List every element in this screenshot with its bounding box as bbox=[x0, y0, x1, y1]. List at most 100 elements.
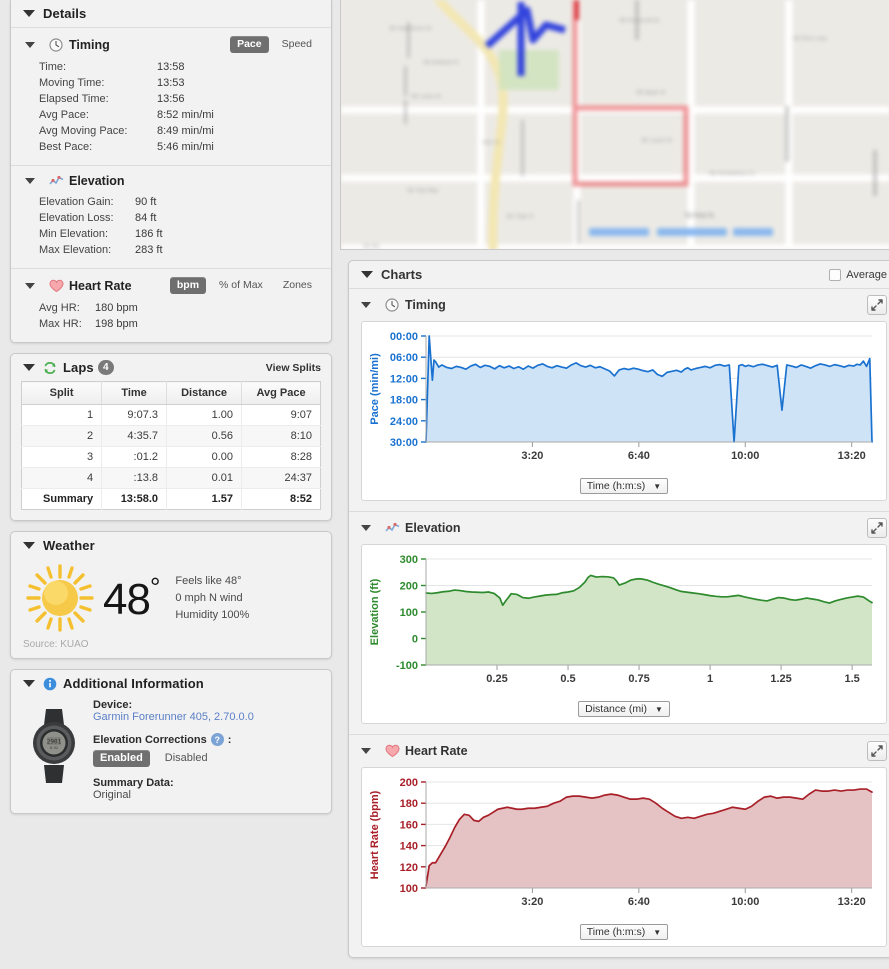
toggle-enabled[interactable]: Enabled bbox=[93, 750, 150, 767]
column-header-distance[interactable]: Distance bbox=[166, 381, 243, 405]
sun-icon bbox=[23, 561, 97, 635]
toggle-bpm[interactable]: bpm bbox=[169, 277, 207, 294]
laps-panel-header[interactable]: Laps 4 View Splits bbox=[11, 354, 331, 381]
expand-icon[interactable] bbox=[867, 295, 887, 315]
elevation-chart[interactable]: 300 200 100 0 -100 0.25 0.5 0.75 1 1.25 1.5 Elevati… bbox=[364, 549, 884, 699]
toggle-speed[interactable]: Speed bbox=[275, 36, 319, 53]
column-header-time[interactable]: Time bbox=[101, 381, 167, 405]
collapse-triangle-icon[interactable] bbox=[25, 41, 35, 48]
collapse-triangle-icon[interactable] bbox=[23, 680, 35, 687]
svg-text:1: 1 bbox=[707, 673, 713, 685]
x-axis-selector[interactable]: Distance (mi) ▼ bbox=[578, 701, 670, 717]
chart-heart-rate-header[interactable]: Heart Rate bbox=[361, 741, 887, 761]
expand-icon[interactable] bbox=[867, 741, 887, 761]
elevation-stats-list: Elevation Gain: 90 ft Elevation Loss: 84… bbox=[25, 194, 319, 258]
additional-information-body: 2901 8:52 Device: Garmin Forerunner 405,… bbox=[11, 697, 331, 813]
stat-value: 186 ft bbox=[135, 228, 163, 240]
svg-text:10:00: 10:00 bbox=[731, 896, 759, 908]
feels-like-text: Feels like 48° bbox=[175, 574, 242, 587]
hr-unit-toggle-group[interactable]: bpm % of Max Zones bbox=[169, 277, 319, 294]
laps-title: Laps bbox=[63, 360, 94, 375]
svg-text:SE Apple St: SE Apple St bbox=[636, 90, 666, 96]
collapse-triangle-icon[interactable] bbox=[361, 748, 371, 754]
heart-icon bbox=[385, 744, 400, 758]
expand-icon[interactable] bbox=[867, 518, 887, 538]
details-timing-header[interactable]: Timing Pace Speed bbox=[25, 36, 319, 53]
laps-count-badge: 4 bbox=[97, 360, 114, 375]
x-axis-selector-label: Distance (mi) bbox=[585, 703, 647, 715]
details-panel-header[interactable]: Details bbox=[11, 0, 331, 27]
svg-text:Pace (min/mi): Pace (min/mi) bbox=[369, 353, 381, 425]
heart-rate-chart[interactable]: 200 180 160 140 120 100 3:20 6:40 10:00 13:20 Hear… bbox=[364, 772, 884, 922]
stat-row: Moving Time: 13:53 bbox=[39, 75, 319, 91]
cell-split: 4 bbox=[21, 467, 103, 489]
details-elevation-header[interactable]: Elevation bbox=[25, 174, 319, 188]
pace-speed-toggle-group[interactable]: Pace Speed bbox=[230, 36, 319, 53]
x-axis-selector[interactable]: Time (h:m:s) ▼ bbox=[579, 924, 669, 940]
stat-key: Best Pace: bbox=[39, 141, 93, 153]
average-toggle[interactable]: Average bbox=[829, 268, 887, 281]
toggle-pace[interactable]: Pace bbox=[230, 36, 269, 53]
average-label: Average bbox=[846, 268, 887, 281]
cell-avg-pace: 8:10 bbox=[241, 425, 321, 447]
summary-time: 13:58.0 bbox=[101, 488, 167, 510]
collapse-triangle-icon[interactable] bbox=[25, 282, 35, 289]
x-axis-selector-wrap: Distance (mi) ▼ bbox=[364, 699, 884, 721]
toggle-percent-of-max[interactable]: % of Max bbox=[212, 277, 270, 294]
table-row[interactable]: 1 9:07.3 1.00 9:07 bbox=[21, 404, 321, 426]
svg-text:-100: -100 bbox=[396, 660, 418, 672]
cell-avg-pace: 9:07 bbox=[241, 404, 321, 426]
stat-value: 13:53 bbox=[157, 77, 185, 89]
svg-text:180: 180 bbox=[400, 798, 418, 810]
table-row[interactable]: 2 4:35.7 0.56 8:10 bbox=[21, 425, 321, 447]
column-header-split[interactable]: Split bbox=[21, 381, 103, 405]
chart-timing-header[interactable]: Timing bbox=[361, 295, 887, 315]
clock-icon bbox=[49, 37, 63, 52]
cell-distance: 1.00 bbox=[166, 404, 243, 426]
charts-title: Charts bbox=[381, 267, 423, 282]
map-blurred-layer: SE Hawthorne St SE Ashland Ct SE Lewis S… bbox=[341, 0, 889, 249]
collapse-triangle-icon[interactable] bbox=[23, 364, 35, 371]
table-row[interactable]: 3 :01.2 0.00 8:28 bbox=[21, 446, 321, 468]
toggle-zones[interactable]: Zones bbox=[276, 277, 319, 294]
elevation-corrections-toggle-group[interactable]: Enabled Disabled bbox=[93, 750, 254, 767]
collapse-triangle-icon[interactable] bbox=[23, 542, 35, 549]
collapse-triangle-icon[interactable] bbox=[361, 302, 371, 308]
svg-text:12:00: 12:00 bbox=[390, 373, 418, 385]
svg-text:100: 100 bbox=[400, 883, 418, 895]
column-header-avg-pace[interactable]: Avg Pace bbox=[241, 381, 321, 405]
temperature-value: 48° bbox=[103, 571, 160, 624]
pace-chart[interactable]: 00:00 06:00 12:00 18:00 24:00 30:00 3:20 6:40 10… bbox=[364, 326, 884, 476]
view-splits-link[interactable]: View Splits bbox=[266, 362, 321, 374]
average-checkbox[interactable] bbox=[829, 268, 842, 281]
stat-value: 13:56 bbox=[157, 93, 185, 105]
table-row[interactable]: 4 :13.8 0.01 24:37 bbox=[21, 467, 321, 489]
device-label: Device: bbox=[93, 699, 133, 711]
stat-value: 180 bpm bbox=[95, 302, 138, 314]
summary-data-value: Original bbox=[93, 789, 131, 801]
chart-elevation-header[interactable]: Elevation bbox=[361, 518, 887, 538]
stat-row: Min Elevation: 186 ft bbox=[39, 226, 319, 242]
device-link[interactable]: Garmin Forerunner 405, 2.70.0.0 bbox=[93, 711, 254, 723]
details-title: Details bbox=[43, 6, 87, 21]
clock-icon bbox=[385, 298, 399, 312]
svg-text:10:00: 10:00 bbox=[731, 450, 759, 462]
help-icon[interactable]: ? bbox=[210, 733, 224, 746]
toggle-disabled[interactable]: Disabled bbox=[158, 750, 215, 767]
charts-panel-header[interactable]: Charts Average bbox=[349, 261, 889, 288]
stat-key: Min Elevation: bbox=[39, 228, 109, 240]
details-heart-rate-header[interactable]: Heart Rate bpm % of Max Zones bbox=[25, 277, 319, 294]
collapse-triangle-icon[interactable] bbox=[25, 178, 35, 184]
stat-row: Best Pace: 5:46 min/mi bbox=[39, 139, 319, 155]
x-axis-selector[interactable]: Time (h:m:s) ▼ bbox=[579, 478, 669, 494]
svg-text:6:40: 6:40 bbox=[628, 450, 650, 462]
chart-section-heart-rate: Heart Rate 200 180 160 140 120 100 3:20 6:40 10:… bbox=[349, 734, 889, 957]
additional-information-header[interactable]: Additional Information bbox=[11, 670, 331, 697]
collapse-triangle-icon[interactable] bbox=[361, 271, 373, 278]
collapse-triangle-icon[interactable] bbox=[23, 10, 35, 17]
stat-value: 90 ft bbox=[135, 196, 157, 208]
weather-panel-header[interactable]: Weather bbox=[11, 532, 331, 559]
chevron-down-icon: ▼ bbox=[653, 927, 662, 937]
activity-route-map[interactable]: SE Hawthorne St SE Ashland Ct SE Lewis S… bbox=[340, 0, 889, 250]
collapse-triangle-icon[interactable] bbox=[361, 525, 371, 531]
